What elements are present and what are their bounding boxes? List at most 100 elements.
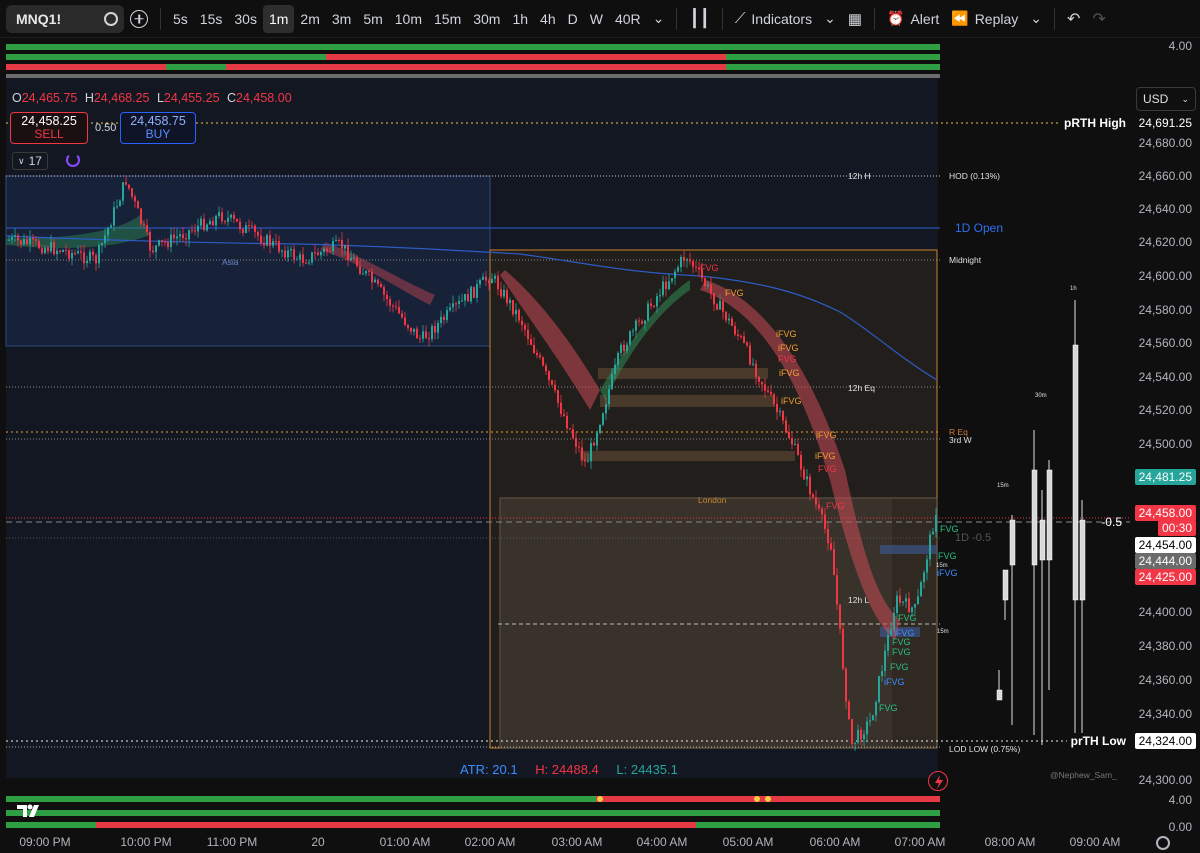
- hod-label: HOD (0.13%): [949, 171, 1001, 181]
- candle-body: [233, 214, 235, 219]
- candle-body: [50, 242, 52, 252]
- bar-countdown: 00:30: [1157, 520, 1196, 536]
- time-tick-label: 08:00 AM: [984, 835, 1036, 849]
- candle-body: [86, 260, 88, 264]
- candle-body: [83, 252, 85, 264]
- strip-segment: [6, 810, 940, 816]
- candle-body: [254, 225, 256, 232]
- time-tick-label: 06:00 AM: [809, 835, 861, 849]
- fvg-label: iFVG: [816, 430, 837, 440]
- candle-body: [410, 327, 412, 332]
- candle-body: [503, 289, 505, 297]
- candle-body: [845, 668, 847, 702]
- price-tick-label: 24,640.00: [1138, 202, 1192, 216]
- candle-body: [758, 376, 760, 382]
- candle-body: [140, 208, 142, 224]
- price-axis[interactable]: 4.00 24,680.00 24,660.00 24,640.00 24,620.0…: [1130, 39, 1200, 828]
- signal-dot: [765, 796, 771, 802]
- candle-body: [275, 241, 277, 243]
- buy-button[interactable]: 24,458.75 BUY: [120, 112, 196, 144]
- htf-candle-body: [1046, 469, 1053, 561]
- sell-button[interactable]: 24,458.25 SELL: [10, 112, 88, 144]
- atr-value: ATR: 20.1: [460, 762, 518, 777]
- candle-body: [224, 221, 226, 223]
- candle-body: [263, 242, 265, 246]
- candle-body: [464, 294, 466, 301]
- candle-body: [380, 283, 382, 288]
- candle-body: [134, 196, 136, 202]
- candle-body: [29, 237, 31, 245]
- candle-body: [332, 241, 334, 252]
- candle-body: [215, 215, 217, 226]
- candle-body: [119, 200, 121, 207]
- candle-body: [476, 284, 478, 298]
- 12h-eq-label: 12h Eq: [848, 383, 875, 393]
- candle-body: [734, 325, 736, 335]
- white-price-tag: 24,454.00: [1134, 537, 1196, 553]
- candle-body: [857, 729, 859, 743]
- candle-body: [833, 549, 835, 576]
- candle-body: [746, 342, 748, 346]
- time-tick-label: 05:00 AM: [722, 835, 774, 849]
- 1d-open-label: 1D Open: [955, 221, 1004, 235]
- candle-body: [851, 718, 853, 744]
- candle-body: [815, 497, 817, 505]
- price-tick-label: 24,400.00: [1138, 605, 1192, 619]
- candle-body: [542, 357, 544, 366]
- candle-body: [173, 234, 175, 239]
- candle-body: [257, 231, 259, 236]
- ohlc-legend: O24,465.75 H24,468.25 L24,455.25 C24,458…: [12, 91, 296, 105]
- low-value: 24,455.25: [163, 91, 220, 105]
- candle-body: [728, 318, 730, 321]
- candle-body: [566, 415, 568, 429]
- currency-select[interactable]: USD ⌄: [1136, 87, 1196, 111]
- signal-dot: [597, 796, 603, 802]
- sync-icon[interactable]: [66, 153, 80, 167]
- minus-half-tag: -0.5: [1101, 515, 1122, 529]
- indicator-toggle[interactable]: ∨ 17: [12, 152, 48, 170]
- time-axis[interactable]: 09:00 PM 10:00 PM 11:00 PM 20 01:00 AM 02:00 …: [0, 835, 1200, 853]
- strip-segment: [166, 64, 226, 70]
- candle-body: [344, 245, 346, 249]
- candle-body: [38, 240, 40, 249]
- candle-body: [902, 601, 904, 603]
- candle-body: [776, 403, 778, 413]
- candle-body: [677, 267, 679, 272]
- bottom-pane-value: 4.00: [1168, 793, 1192, 807]
- candle-body: [641, 320, 643, 324]
- candle-body: [500, 289, 502, 297]
- settings-gear-icon[interactable]: [1156, 836, 1170, 850]
- buy-label: BUY: [145, 127, 171, 141]
- candle-body: [608, 389, 610, 405]
- candle-body: [425, 331, 427, 339]
- candle-body: [365, 271, 367, 274]
- candle-body: [194, 230, 196, 232]
- candle-body: [791, 438, 793, 445]
- candle-body: [821, 508, 823, 515]
- strip-segment: [226, 64, 726, 70]
- price-tick-label: 24,360.00: [1138, 673, 1192, 687]
- candle-body: [350, 257, 352, 261]
- candle-body: [881, 670, 883, 677]
- candle-body: [248, 225, 250, 227]
- candle-body: [287, 250, 289, 258]
- candle-body: [800, 454, 802, 470]
- candle-body: [716, 304, 718, 310]
- candle-body: [53, 242, 55, 255]
- candle-body: [146, 224, 148, 232]
- fvg-zone: [600, 395, 775, 407]
- fvg-label: iFVG: [781, 396, 802, 406]
- candle-body: [623, 344, 625, 352]
- candle-body: [32, 237, 34, 240]
- grey-price-tag: 24,444.00: [1134, 553, 1196, 569]
- time-tick-label: 20: [311, 835, 325, 849]
- candle-body: [911, 607, 913, 613]
- lightning-icon[interactable]: [928, 771, 948, 791]
- asia-label: Asia: [222, 257, 239, 267]
- candle-body: [818, 504, 820, 509]
- candle-body: [917, 596, 919, 604]
- candle-body: [923, 572, 925, 583]
- candle-body: [536, 353, 538, 356]
- top-pane-value: 4.00: [1168, 39, 1192, 53]
- price-tick-label: 24,520.00: [1138, 403, 1192, 417]
